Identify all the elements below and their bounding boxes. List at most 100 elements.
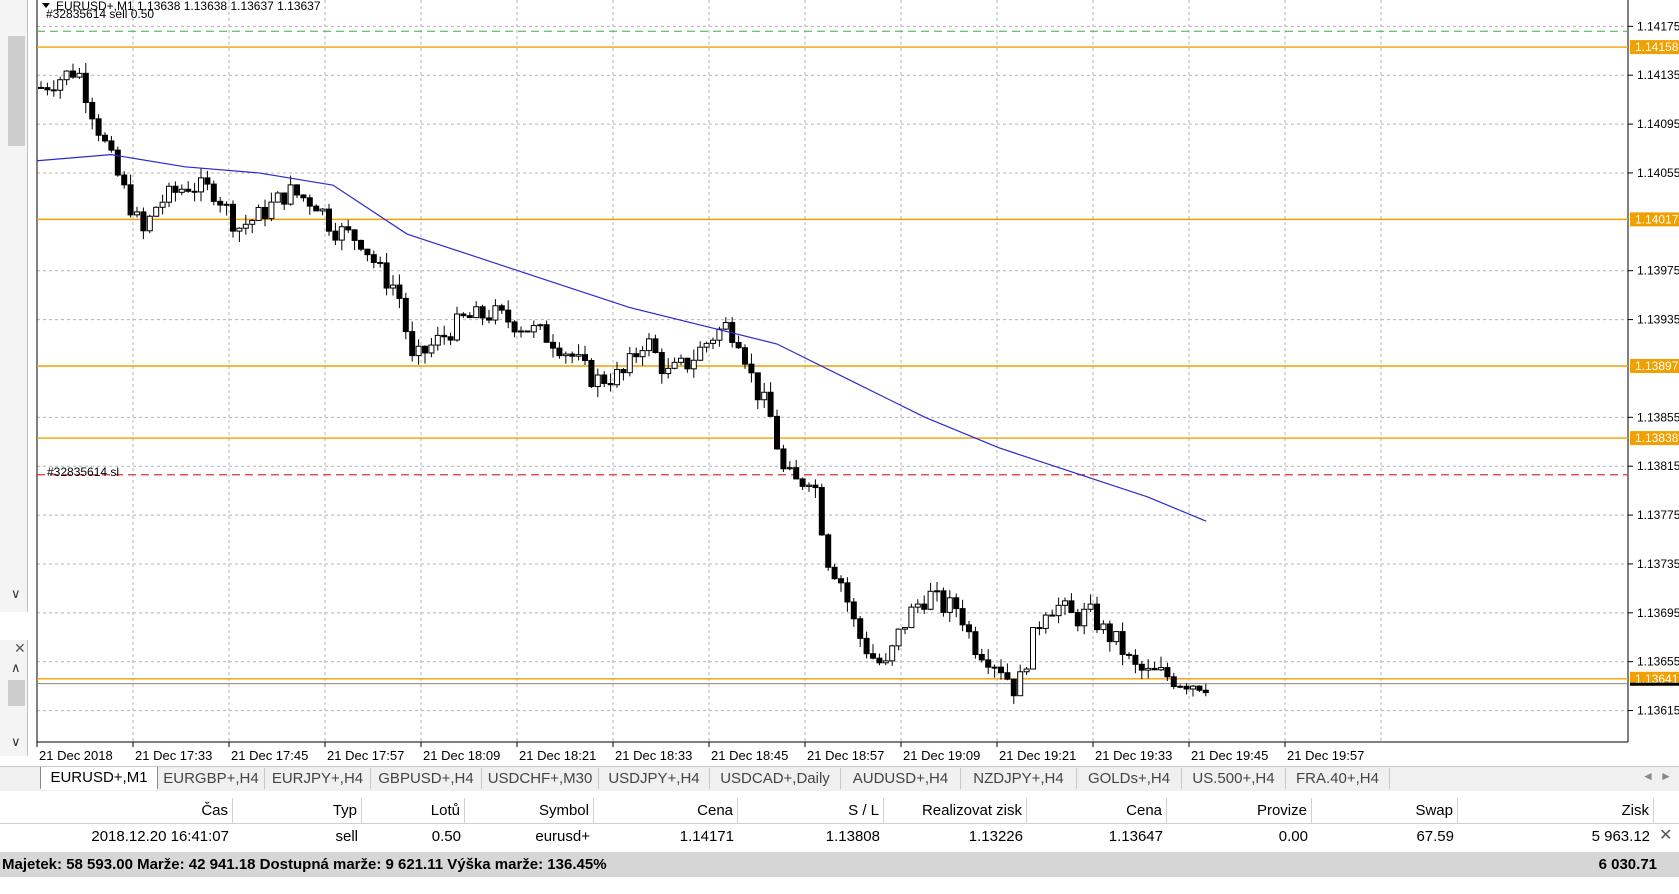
candle-body xyxy=(153,206,160,217)
candle-body xyxy=(825,534,832,568)
candle-body xyxy=(697,346,704,361)
price-tick-label: 1.13975 xyxy=(1637,264,1679,278)
left-panel-scrollbar[interactable] xyxy=(8,36,25,146)
candle-body xyxy=(486,317,492,321)
candle-body xyxy=(498,305,505,311)
panel-close-icon[interactable]: ✕ xyxy=(14,640,26,657)
current-price-marker xyxy=(1630,682,1679,686)
tab-us-500-h4[interactable]: US.500+,H4 xyxy=(1182,768,1286,789)
candle-body xyxy=(217,200,224,206)
candle-body xyxy=(313,205,320,212)
candle-body xyxy=(402,297,409,333)
candle-body xyxy=(812,484,819,489)
price-chart[interactable]: 1.14175 1.14135 1.14095 1.14055 1.13975 1.139… xyxy=(0,0,1679,766)
tabs-scroll-right-icon[interactable]: ► xyxy=(1660,769,1672,783)
candle-body xyxy=(242,223,249,229)
tab-eurusd-m1[interactable]: EURUSD+,M1 xyxy=(40,767,158,790)
candle-body xyxy=(927,590,934,610)
chart-tabs: ◄ ► EURUSD+,M1 EURGBP+,H4 EURJPY+,H4 GBPUSD… xyxy=(0,766,1679,792)
tab-usdchf-m30[interactable]: USDCHF+,M30 xyxy=(482,768,599,789)
left-panel-2-scrollbar[interactable] xyxy=(8,680,25,706)
price-tick-label: 1.13935 xyxy=(1637,313,1679,327)
candle-body xyxy=(1113,631,1120,643)
tab-nzdjpy-h4[interactable]: NZDJPY+,H4 xyxy=(961,768,1077,789)
tab-golds-h4[interactable]: GOLDs+,H4 xyxy=(1077,768,1182,789)
price-tick-label: 1.13695 xyxy=(1637,606,1679,620)
column-header-0[interactable]: Čas xyxy=(0,798,233,823)
column-header-8[interactable]: Provize xyxy=(1167,798,1312,823)
candle-body xyxy=(268,201,275,220)
candle-body xyxy=(89,101,96,120)
candle-body xyxy=(1190,685,1196,690)
tab-gbpusd-h4[interactable]: GBPUSD+,H4 xyxy=(371,768,482,789)
time-tick-label: 21 Dec 18:21 xyxy=(519,748,596,763)
tab-eurgbp-h4[interactable]: EURGBP+,H4 xyxy=(158,768,265,789)
scroll-down-icon-2[interactable]: ∨ xyxy=(11,734,21,750)
candle-body xyxy=(946,597,953,613)
column-header-6[interactable]: Realizovat zisk xyxy=(884,798,1027,823)
column-header-5[interactable]: S / L xyxy=(738,798,884,823)
tab-usdjpy-h4[interactable]: USDJPY+,H4 xyxy=(599,768,710,789)
candle-body xyxy=(57,79,64,91)
cell-0: 2018.12.20 16:41:07 xyxy=(91,828,229,845)
candle-body xyxy=(370,254,377,263)
candle-body xyxy=(492,305,499,321)
close-position-icon[interactable]: ✕ xyxy=(1659,825,1672,845)
candle-body xyxy=(223,203,230,206)
candle-body xyxy=(447,336,454,341)
cell-9: 67.59 xyxy=(1416,828,1454,845)
column-header-1[interactable]: Typ xyxy=(233,798,362,823)
candle-body xyxy=(793,467,800,480)
candle-body xyxy=(895,628,902,647)
candle-body xyxy=(754,372,761,401)
column-header-2[interactable]: Lotů xyxy=(362,798,465,823)
tab-usdcad-daily[interactable]: USDCAD+,Daily xyxy=(710,768,841,789)
time-tick-label: 21 Dec 17:33 xyxy=(135,748,212,763)
column-header-4[interactable]: Cena xyxy=(594,798,738,823)
candle-body xyxy=(818,487,825,536)
table-row[interactable]: 2018.12.20 16:41:07 sell 0.50 eurusd+ 1.1417… xyxy=(0,824,1679,849)
column-header-9[interactable]: Swap xyxy=(1312,798,1458,823)
candle-body xyxy=(620,369,627,374)
candle-body xyxy=(191,190,198,193)
candle-body xyxy=(1138,663,1145,671)
candle-body xyxy=(70,70,76,78)
tab-audusd-h4[interactable]: AUDUSD+,H4 xyxy=(841,768,961,789)
candle-body xyxy=(940,590,947,613)
candle-body xyxy=(1183,685,1190,690)
price-tick-label: 1.13855 xyxy=(1637,410,1679,424)
tab-eurjpy-h4[interactable]: EURJPY+,H4 xyxy=(265,768,371,789)
candle-body xyxy=(108,140,115,151)
column-header-10[interactable]: Zisk xyxy=(1458,798,1654,823)
column-header-3[interactable]: Symbol xyxy=(465,798,594,823)
tab-fra-40-h4[interactable]: FRA.40+,H4 xyxy=(1286,768,1390,789)
scroll-up-icon[interactable]: ∧ xyxy=(11,660,21,676)
scroll-down-icon[interactable]: ∨ xyxy=(11,586,21,602)
candle-body xyxy=(102,134,108,142)
candle-body xyxy=(678,357,684,363)
candle-body xyxy=(345,226,352,231)
candle-body xyxy=(1055,604,1062,617)
candle-body xyxy=(1100,623,1107,631)
price-tick-label: 1.14095 xyxy=(1637,117,1679,131)
candle-body xyxy=(844,582,851,603)
candle-body xyxy=(959,608,966,626)
candle-body xyxy=(665,367,672,375)
account-summary-bar: Majetek: 58 593.00 Marže: 42 941.18 Dost… xyxy=(0,852,1679,877)
time-tick-label: 21 Dec 19:09 xyxy=(903,748,980,763)
candle-body xyxy=(991,666,998,669)
candle-body xyxy=(262,206,268,220)
candle-body xyxy=(703,342,710,348)
candle-body xyxy=(735,341,742,349)
cell-10: 5 963.12 xyxy=(1591,828,1650,845)
candle-body xyxy=(383,262,390,289)
candle-body xyxy=(114,149,121,176)
candle-body xyxy=(377,261,384,264)
column-header-7[interactable]: Cena xyxy=(1027,798,1167,823)
time-tick-label: 21 Dec 2018 xyxy=(39,748,113,763)
candle-body xyxy=(479,306,486,319)
tabs-scroll-left-icon[interactable]: ◄ xyxy=(1642,769,1654,783)
candle-body xyxy=(870,653,876,659)
cell-4: 1.14171 xyxy=(679,828,734,845)
candle-body xyxy=(1145,667,1152,671)
